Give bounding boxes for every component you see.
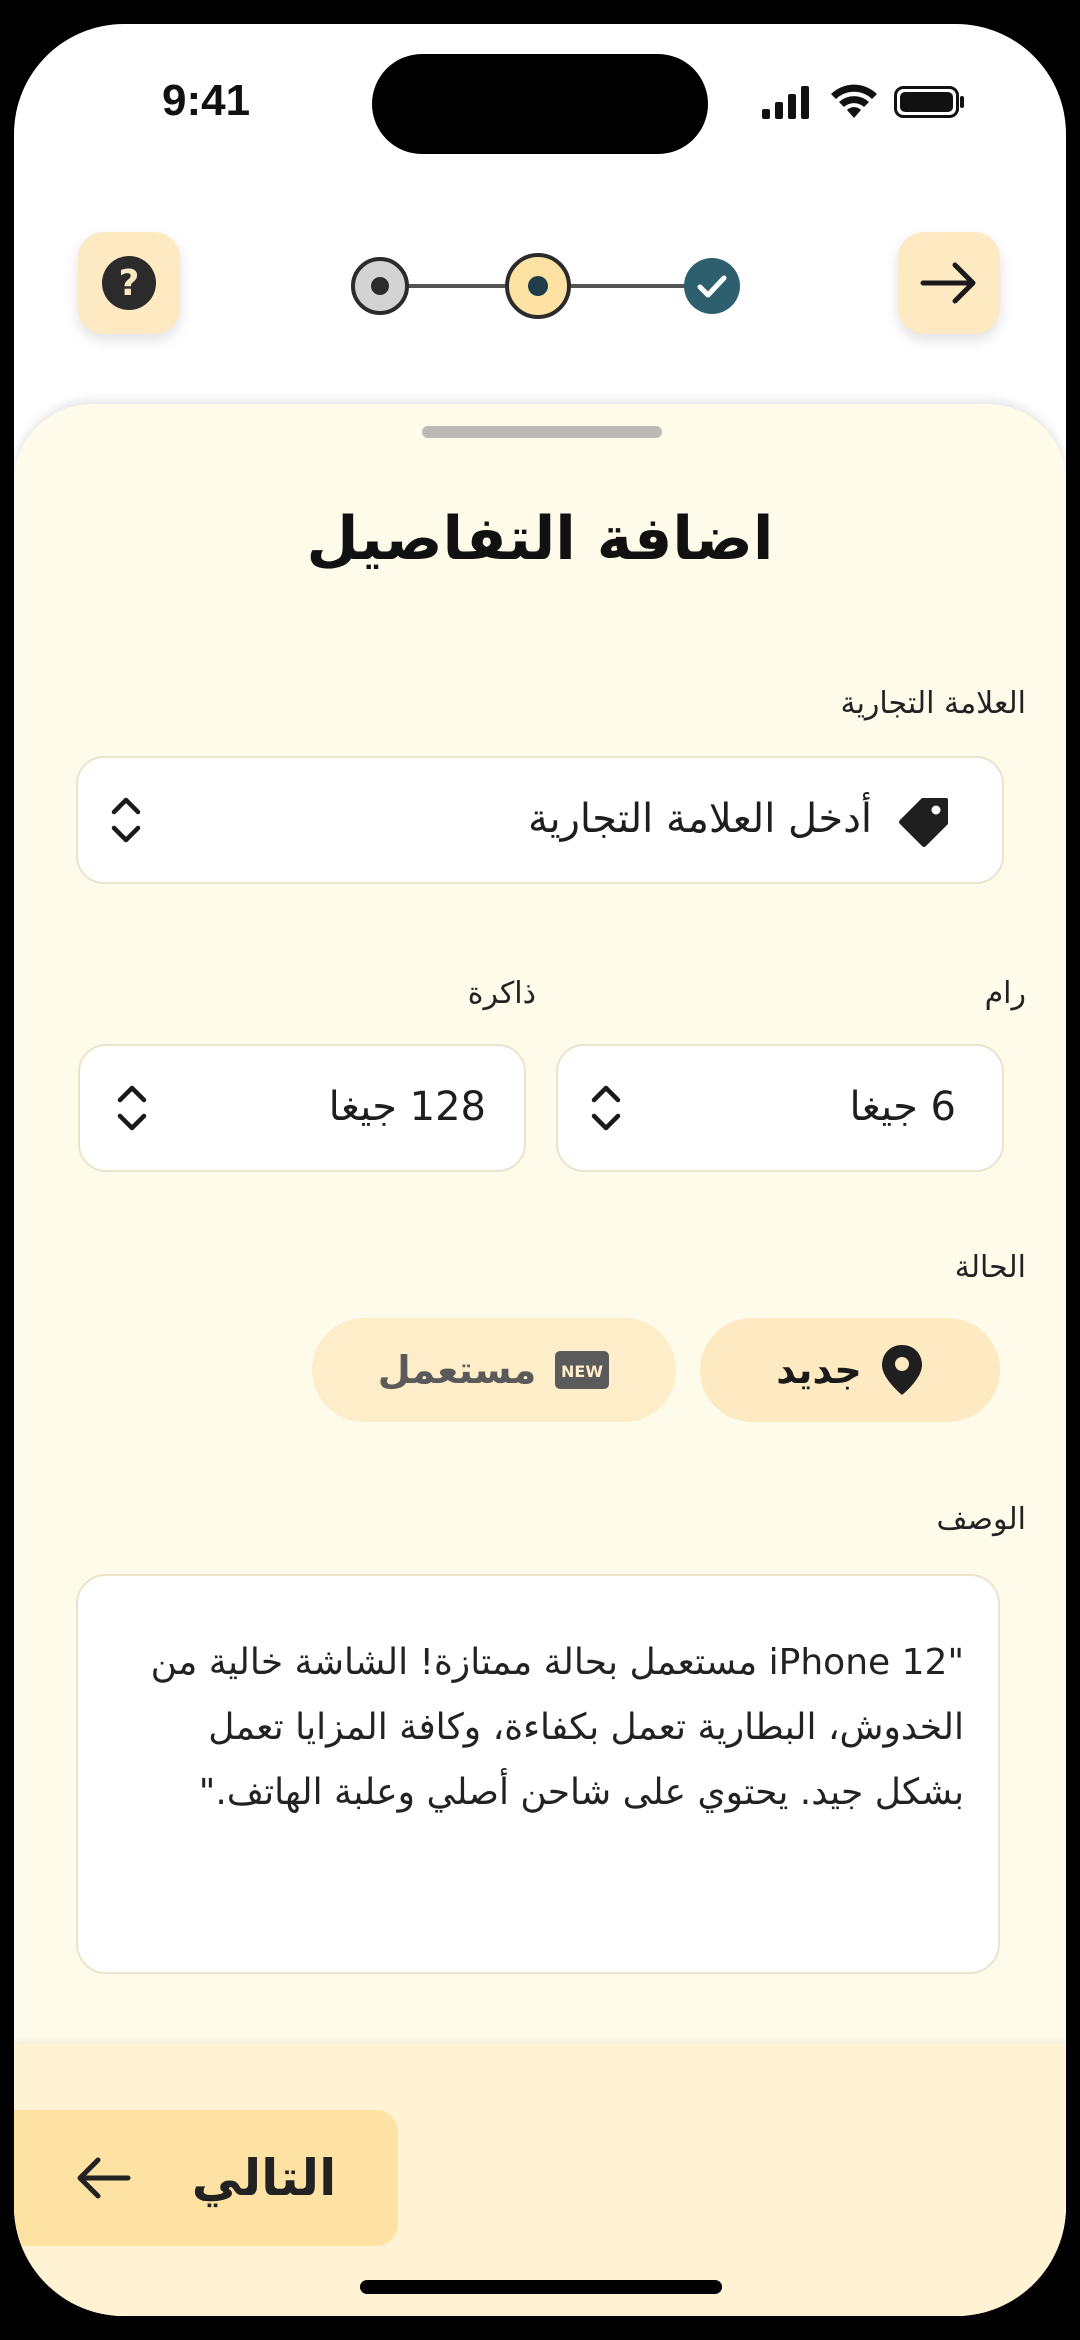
top-navigation: ? xyxy=(14,232,1066,342)
step-3-indicator xyxy=(684,258,740,314)
location-pin-icon xyxy=(881,1345,922,1395)
condition-used-label: مستعمل xyxy=(377,1348,537,1392)
step-2-indicator xyxy=(505,253,571,319)
description-text: "iPhone 12 مستعمل بحالة ممتازة! الشاشة خ… xyxy=(150,1642,964,1813)
status-bar: 9:41 xyxy=(14,24,1066,184)
condition-new-chip[interactable]: جديد xyxy=(700,1318,1000,1422)
question-icon: ? xyxy=(102,256,156,310)
help-button[interactable]: ? xyxy=(78,232,180,334)
storage-select[interactable]: 128 جيغا xyxy=(78,1044,526,1172)
phone-screen: 9:41 ? اضافة التفاصيل العلامة التجارية أ… xyxy=(14,24,1066,2316)
new-badge-icon: NEW xyxy=(555,1351,610,1389)
condition-new-label: جديد xyxy=(776,1348,862,1392)
brand-label: العلامة التجارية xyxy=(840,686,1027,721)
ram-select[interactable]: 6 جيغا xyxy=(556,1044,1004,1172)
arrow-right-icon xyxy=(920,262,976,304)
battery-icon xyxy=(894,86,964,118)
chevron-updown-icon xyxy=(591,1085,621,1131)
status-time: 9:41 xyxy=(162,76,251,125)
arrow-left-icon xyxy=(77,2157,131,2199)
step-1-indicator xyxy=(351,257,409,315)
page-title: اضافة التفاصيل xyxy=(306,504,774,574)
storage-value: 128 جيغا xyxy=(328,1084,486,1130)
next-button[interactable]: التالي xyxy=(14,2110,398,2246)
chevron-updown-icon xyxy=(111,797,141,843)
condition-label: الحالة xyxy=(954,1250,1026,1285)
brand-placeholder: أدخل العلامة التجارية xyxy=(528,796,872,842)
sheet-handle[interactable] xyxy=(422,426,662,438)
status-icons xyxy=(762,82,966,122)
forward-button[interactable] xyxy=(898,232,1000,334)
dynamic-island xyxy=(372,54,708,154)
progress-stepper xyxy=(351,253,740,319)
footer-bar: التالي xyxy=(14,2044,1066,2316)
storage-label: ذاكرة xyxy=(467,976,536,1011)
svg-text:NEW: NEW xyxy=(561,1362,603,1381)
description-label: الوصف xyxy=(936,1502,1026,1537)
tag-icon xyxy=(899,798,948,847)
ram-label: رام xyxy=(984,976,1026,1011)
ram-value: 6 جيغا xyxy=(849,1084,956,1130)
details-sheet: اضافة التفاصيل العلامة التجارية أدخل الع… xyxy=(14,404,1066,2316)
signal-icon xyxy=(762,86,809,119)
home-indicator[interactable] xyxy=(360,2280,722,2294)
condition-used-chip[interactable]: NEW مستعمل xyxy=(312,1318,676,1422)
chevron-updown-icon xyxy=(117,1085,147,1131)
wifi-icon xyxy=(831,84,877,118)
description-textarea[interactable]: "iPhone 12 مستعمل بحالة ممتازة! الشاشة خ… xyxy=(76,1574,1000,1974)
brand-select[interactable]: أدخل العلامة التجارية xyxy=(76,756,1004,884)
svg-text:?: ? xyxy=(119,263,140,304)
next-button-label: التالي xyxy=(191,2149,337,2207)
